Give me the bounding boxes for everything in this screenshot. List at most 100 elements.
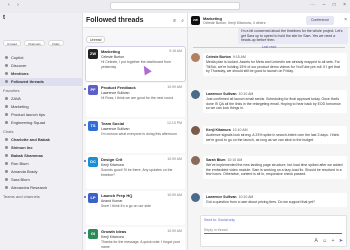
tab-channels[interactable]: Channels	[23, 40, 45, 46]
channel-avatar: ZW	[191, 16, 200, 25]
message-time: 10:10 AM	[238, 195, 254, 199]
conference-button[interactable]: Conference	[306, 16, 334, 25]
thread-time: 10:09 AM	[167, 229, 182, 233]
sidebar-item-label: Discover	[11, 63, 27, 68]
sidebar-item-label: Ron Blum	[11, 161, 29, 166]
author-name[interactable]: Kenji Kitamura	[206, 128, 231, 132]
author-name[interactable]: Celeste Burton	[206, 55, 231, 59]
sidebar-item[interactable]: Product launch tips	[0, 111, 82, 119]
thread-time: 10:09 AM	[167, 193, 182, 197]
thread-author: Kenji Kitamura	[101, 235, 124, 239]
author-name[interactable]: Sarah Blum	[206, 158, 225, 162]
thread-title: Growth Ideas	[101, 229, 127, 234]
thread-card[interactable]: PF Product Feedback 10:09 AM Lawrence Su…	[84, 83, 185, 117]
unread-dot	[84, 232, 86, 234]
sidebar-item-label: Babak Shammas	[11, 153, 44, 158]
thread-time: 10:09 AM	[167, 85, 182, 89]
message-header: Lawrence Sullivan 10:10 AM	[206, 92, 344, 96]
sidebar-item-discover[interactable]: Discover	[0, 62, 82, 70]
forward-icon[interactable]: ›	[17, 2, 19, 8]
unread-filter-chip[interactable]: Unread	[86, 36, 106, 43]
page-title: Followed threads	[86, 17, 144, 24]
message-body: Audience signals look strong. A 23% spik…	[206, 133, 340, 142]
filter-icon[interactable]: ≡	[173, 18, 176, 24]
avatar[interactable]	[191, 193, 200, 202]
maximize-icon[interactable]: □	[333, 2, 336, 8]
avatar[interactable]	[191, 156, 200, 165]
thread-preview: Sure! I think it's a go on our side	[101, 204, 151, 208]
send-to-selector[interactable]: Send to: Social only	[204, 218, 235, 222]
thread-card[interactable]: LP Launch Prep HQ 10:09 AM Anand Kumar S…	[84, 191, 185, 225]
avatar[interactable]	[191, 90, 200, 99]
more-icon[interactable]: ⋯	[310, 2, 315, 8]
thread-card[interactable]: GI Growth Ideas 10:09 AM Kenji Kitamura …	[84, 227, 185, 250]
format-icon[interactable]: A	[315, 238, 318, 244]
attach-icon[interactable]: +	[331, 238, 334, 244]
thread-title: Product Feedback	[101, 85, 136, 90]
sidebar-item[interactable]: Shimon Inc	[0, 144, 82, 152]
close-icon[interactable]: ×	[344, 17, 347, 23]
message-bubble: I'm a bit concerned about the timelines …	[238, 28, 348, 44]
channel-avatar: PF	[88, 85, 98, 95]
author-name[interactable]: Lawrence Sullivan	[206, 195, 237, 199]
close-icon[interactable]: ×	[343, 2, 346, 8]
sidebar-title: t	[3, 15, 5, 21]
section-teams-and-channels[interactable]: Teams and channels	[0, 192, 82, 201]
followed-threads-pane: Followed threads ≡ ⌕ Unread ZW Marketing…	[83, 13, 188, 250]
sidebar-item[interactable]: Ron Blum	[0, 160, 82, 168]
tab-chats[interactable]: Chats	[47, 40, 64, 46]
thread-author: Kenji Kitamura	[101, 163, 124, 167]
sidebar-item-label: Alexandra Research	[11, 185, 48, 190]
sidebar-item-label: Amanda Brady	[11, 169, 38, 174]
sidebar-item-copilot[interactable]: Copilot	[0, 54, 82, 62]
message-body: We've implemented the new landing page s…	[206, 163, 343, 177]
sidebar-item-label: Marketing	[11, 104, 29, 109]
section-favorites[interactable]: Favorites	[0, 86, 82, 95]
copilot-icon	[5, 56, 8, 60]
message-card: Celeste Burton 9:15 AM Media plan is lock…	[203, 53, 347, 76]
unread-dot	[84, 160, 86, 162]
sidebar-item-followed-threads[interactable]: Followed threads	[0, 78, 82, 86]
avatar	[5, 154, 8, 158]
author-name[interactable]: Lawrence Sullivan	[206, 92, 237, 96]
sidebar-item[interactable]: ZAVA	[0, 95, 82, 103]
send-icon[interactable]: ➤	[339, 238, 343, 244]
sidebar-item[interactable]: Babak Shammas	[0, 152, 82, 160]
message-card: Lawrence Sullivan 10:10 AM Just confirmed…	[203, 90, 347, 113]
message-header: Lawrence Sullivan 10:10 AM	[206, 195, 344, 199]
search-icon[interactable]: ⌕	[181, 18, 184, 24]
sidebar-item[interactable]: Amanda Brady	[0, 168, 82, 176]
sidebar-item[interactable]: Marketing	[0, 103, 82, 111]
sidebar-item[interactable]: Charlotte and Babak	[0, 136, 82, 144]
reply-input[interactable]: Reply in thread	[204, 227, 342, 234]
back-icon[interactable]: ‹	[8, 2, 10, 8]
thread-author: Lawrence Sullivan	[101, 91, 130, 95]
message-header: Celeste Burton 9:15 AM	[206, 55, 344, 59]
thread-card[interactable]: ZW Marketing 9:15 AM Celeste Burton Hi C…	[86, 47, 185, 81]
message-header: Sarah Blum 10:10 AM	[206, 158, 344, 162]
channel-avatar: LP	[88, 193, 98, 203]
unread-dot	[84, 88, 86, 90]
search-input[interactable]	[110, 2, 240, 10]
thread-preview: I'm curious what everyone is doing this …	[101, 132, 177, 136]
unread-dot	[84, 124, 86, 126]
emoji-icon[interactable]: ☺	[322, 238, 327, 244]
sidebar-item-mentions[interactable]: Mentions	[0, 70, 82, 78]
minimize-icon[interactable]: –	[322, 2, 325, 8]
sidebar-item[interactable]: Sara Blum	[0, 176, 82, 184]
thread-card[interactable]: DC Design Crit 10:09 AM Kenji Kitamura S…	[84, 155, 185, 189]
thread-card[interactable]: TS Team Social 12:15 PM Lawrence Sulliva…	[84, 119, 185, 153]
message-time: 10:10 AM	[227, 158, 243, 162]
sidebar-item[interactable]: Alexandra Research	[0, 184, 82, 192]
sidebar-filter-tabs: Unread Channels Chats	[3, 40, 66, 46]
sidebar-item[interactable]: Engineering Squad	[0, 119, 82, 127]
section-chats[interactable]: Chats	[0, 127, 82, 136]
tab-unread[interactable]: Unread	[3, 40, 21, 46]
window-controls: ⋯ – □ ×	[304, 2, 346, 8]
channel-icon	[5, 105, 8, 109]
sidebar-item-label: Engineering Squad	[11, 120, 46, 125]
thread-preview: Sounds good! I'll be there. Any updates …	[101, 168, 173, 177]
avatar[interactable]	[191, 126, 200, 135]
message-time: 10:10 AM	[238, 92, 254, 96]
avatar[interactable]	[191, 53, 200, 62]
